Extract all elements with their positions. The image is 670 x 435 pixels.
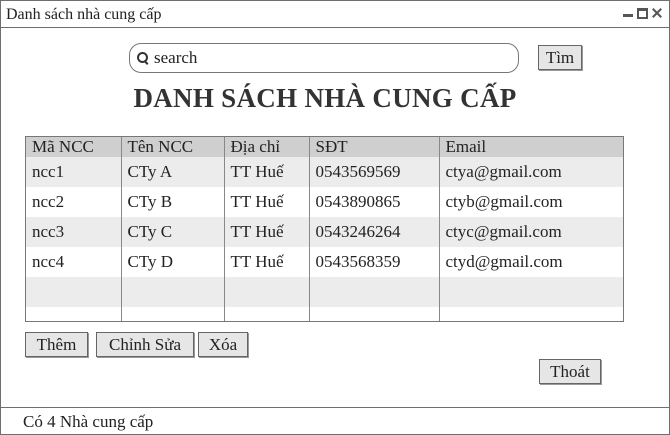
supplier-table: Mã NCC Tên NCC Địa chỉ SĐT Email ncc1 CT…: [25, 136, 624, 322]
edit-button[interactable]: Chỉnh Sửa: [96, 332, 194, 357]
delete-button[interactable]: Xóa: [198, 332, 248, 357]
cell-sdt: 0543246264: [309, 217, 440, 247]
cell-sdt: 0543890865: [309, 187, 440, 217]
table-row[interactable]: ncc4 CTy D TT Huế 0543568359 ctyd@gmail.…: [26, 247, 623, 277]
empty-table-row: [26, 307, 623, 321]
close-icon[interactable]: [651, 7, 663, 19]
column-header-ma-ncc[interactable]: Mã NCC: [26, 137, 122, 157]
cell-dia-chi: TT Huế: [224, 217, 310, 247]
cell-ten-ncc: CTy A: [121, 157, 225, 187]
cell-ma-ncc: ncc1: [26, 157, 122, 187]
cell-ma-ncc: ncc2: [26, 187, 122, 217]
add-button[interactable]: Thêm: [25, 332, 88, 357]
table-row[interactable]: ncc2 CTy B TT Huế 0543890865 ctyb@gmail.…: [26, 187, 623, 217]
column-header-email[interactable]: Email: [439, 137, 623, 157]
page-title: DANH SÁCH NHÀ CUNG CẤP: [133, 83, 517, 113]
column-header-ten-ncc[interactable]: Tên NCC: [121, 137, 225, 157]
cell-dia-chi: TT Huế: [224, 187, 310, 217]
minimize-icon[interactable]: [622, 7, 634, 19]
search-icon: [136, 51, 150, 65]
cell-email: ctyd@gmail.com: [439, 247, 623, 277]
table-row[interactable]: ncc3 CTy C TT Huế 0543246264 ctyc@gmail.…: [26, 217, 623, 247]
main-window: Danh sách nhà cung cấp Tìm DANH SÁCH NHÀ…: [0, 0, 670, 435]
cell-ma-ncc: ncc4: [26, 247, 122, 277]
window-title: Danh sách nhà cung cấp: [6, 6, 162, 23]
cell-dia-chi: TT Huế: [224, 247, 310, 277]
cell-ma-ncc: ncc3: [26, 217, 122, 247]
table-header-row: Mã NCC Tên NCC Địa chỉ SĐT Email: [26, 137, 623, 157]
cell-email: ctya@gmail.com: [439, 157, 623, 187]
cell-ten-ncc: CTy B: [121, 187, 225, 217]
status-text: Có 4 Nhà cung cấp: [23, 412, 154, 431]
empty-table-row: [26, 277, 623, 307]
cell-sdt: 0543569569: [309, 157, 440, 187]
column-header-dia-chi[interactable]: Địa chỉ: [224, 137, 310, 157]
status-bar: Có 4 Nhà cung cấp: [1, 407, 669, 434]
search-box: [129, 43, 519, 73]
column-header-sdt[interactable]: SĐT: [309, 137, 440, 157]
search-button[interactable]: Tìm: [538, 45, 582, 70]
cell-ten-ncc: CTy D: [121, 247, 225, 277]
cell-ten-ncc: CTy C: [121, 217, 225, 247]
cell-dia-chi: TT Huế: [224, 157, 310, 187]
cell-email: ctyc@gmail.com: [439, 217, 623, 247]
window-controls: [622, 7, 663, 19]
maximize-icon[interactable]: [637, 7, 648, 19]
table-row[interactable]: ncc1 CTy A TT Huế 0543569569 ctya@gmail.…: [26, 157, 623, 187]
search-input[interactable]: [154, 46, 494, 70]
title-bar: Danh sách nhà cung cấp: [1, 1, 669, 28]
cell-email: ctyb@gmail.com: [439, 187, 623, 217]
cell-sdt: 0543568359: [309, 247, 440, 277]
exit-button[interactable]: Thoát: [539, 359, 601, 384]
